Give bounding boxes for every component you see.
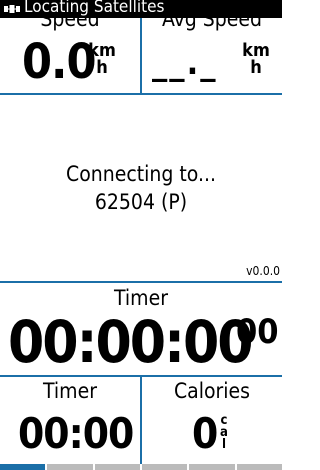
status-title: Locating Satellites (24, 0, 165, 17)
page-indicator (94, 464, 140, 470)
connection-line-1: Connecting to... (66, 162, 216, 186)
timer-small-label: Timer (43, 379, 97, 403)
calories-field[interactable]: Calories 0 cal (142, 377, 282, 464)
speed-unit-bottom: h (96, 57, 108, 78)
version-label: v0.0.0 (246, 264, 280, 278)
timer-small-field[interactable]: Timer 00:00 (0, 377, 140, 464)
page-indicator (236, 464, 282, 470)
connection-line-2: 62504 (P) (94, 190, 188, 214)
timer-main-value: 00:00:00 (8, 308, 254, 375)
avg-speed-unit-bottom: h (250, 57, 262, 78)
page-indicator (142, 464, 188, 470)
calories-value: 0 (192, 409, 219, 458)
calories-unit: cal (219, 413, 231, 452)
speed-unit: km h (84, 42, 120, 78)
timer-small-value: 00:00 (18, 409, 134, 458)
page-indicator (47, 464, 93, 470)
timer-main-label: Timer (114, 286, 168, 310)
avg-speed-field[interactable]: Avg Speed __._ km h (142, 18, 282, 94)
timer-main-fraction: 00 (236, 312, 279, 352)
avg-speed-label: Avg Speed (161, 18, 263, 31)
calories-label: Calories (173, 379, 251, 403)
page-indicator (0, 464, 46, 470)
status-bar: Locating Satellites (0, 0, 282, 18)
speed-label: Speed (40, 18, 100, 31)
divider-1 (0, 93, 282, 95)
speed-field[interactable]: Speed 0.0 km h (0, 18, 140, 94)
avg-speed-unit: km h (238, 42, 274, 78)
timer-main-field[interactable]: Timer 00:00:00 00 (0, 283, 282, 375)
satellite-icon (4, 5, 20, 13)
avg-speed-value: __._ (152, 43, 218, 83)
connection-message: Connecting to... 62504 (P) (0, 160, 282, 216)
calories-unit-text: cal (220, 413, 228, 452)
page-indicator (189, 464, 235, 470)
